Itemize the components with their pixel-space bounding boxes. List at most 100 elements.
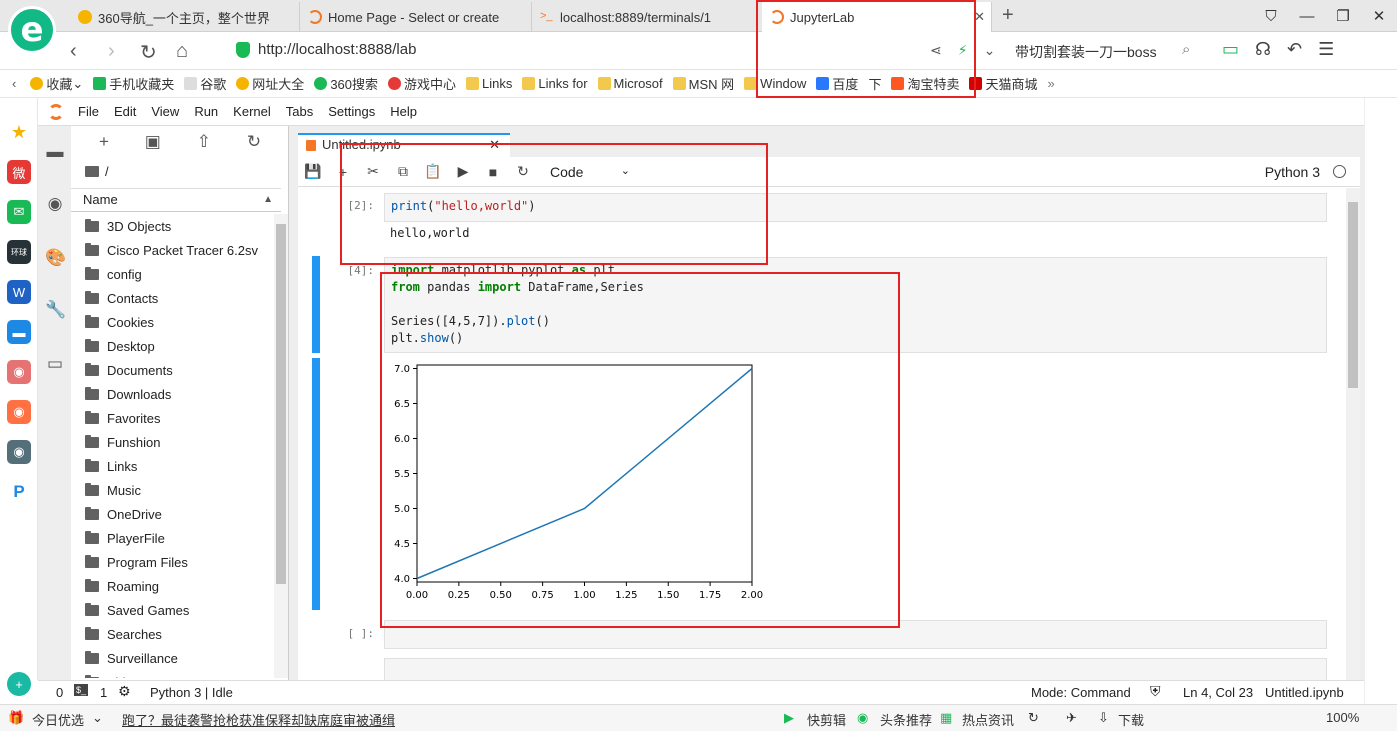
browser-logo[interactable]: e xyxy=(8,6,56,54)
news-ticker[interactable]: 跑了？最徒袭警抢枪获准保释却缺席庭审被通缉 xyxy=(122,710,395,729)
word-icon[interactable]: W xyxy=(7,280,31,304)
breadcrumb[interactable]: / xyxy=(85,164,109,179)
game-icon[interactable]: ◉ xyxy=(7,440,31,464)
back-icon[interactable]: ‹ xyxy=(70,40,77,63)
chat-icon[interactable]: ▬ xyxy=(7,320,31,344)
cell-type-select[interactable]: Code ⌄ xyxy=(550,164,630,180)
close-icon[interactable]: ✕ xyxy=(974,9,985,25)
game-icon[interactable]: ◉ xyxy=(7,400,31,424)
bookmark-folder[interactable]: Window xyxy=(744,76,806,91)
reload-icon[interactable]: ↻ xyxy=(140,40,157,65)
browser-tab-360[interactable]: 360导航_一个主页，整个世界 xyxy=(70,2,300,32)
pin-icon[interactable]: ✈ xyxy=(1066,710,1077,726)
menu-kernel[interactable]: Kernel xyxy=(233,104,271,119)
today-picks[interactable]: 今日优选 xyxy=(32,710,84,729)
running-icon[interactable]: ◉ xyxy=(45,194,65,214)
url-field[interactable]: http://localhost:8888/lab xyxy=(236,41,416,58)
menu-run[interactable]: Run xyxy=(194,104,218,119)
chevron-down-icon[interactable]: ⌄ xyxy=(984,42,996,59)
search-icon[interactable]: ⌕ xyxy=(1182,41,1190,58)
kernel-name[interactable]: Python 3 xyxy=(1265,164,1320,180)
terminal-icon[interactable]: $_ xyxy=(74,684,89,696)
folder-icon[interactable]: ▬ xyxy=(45,142,65,162)
stop-icon[interactable]: ■ xyxy=(478,164,508,180)
file-list-item[interactable]: Links xyxy=(71,454,273,478)
run-icon[interactable]: ▶ xyxy=(448,163,478,180)
notebook-tab[interactable]: Untitled.ipynb ✕ xyxy=(298,133,510,157)
terminal-count[interactable]: 1 xyxy=(100,685,107,700)
paste-icon[interactable]: 📋 xyxy=(418,163,448,180)
file-list-item[interactable]: Videos xyxy=(71,670,273,678)
file-list-item[interactable]: Roaming xyxy=(71,574,273,598)
mail-icon[interactable]: ✉ xyxy=(7,200,31,224)
browser-tab-terminal[interactable]: >_ localhost:8889/terminals/1 xyxy=(532,2,758,32)
bottom-item[interactable]: 热点资讯 xyxy=(962,710,1014,729)
new-tab-icon[interactable]: + xyxy=(1002,4,1014,27)
menu-tabs[interactable]: Tabs xyxy=(286,104,313,119)
notebook-scrollbar[interactable] xyxy=(1346,188,1360,680)
file-list-header[interactable]: Name ▲ xyxy=(71,188,281,212)
bookmark-item[interactable]: 天猫商城 xyxy=(969,74,1037,93)
minimize-icon[interactable]: — xyxy=(1289,8,1325,25)
code-cell-editor[interactable]: import matplotlib.pyplot as plt from pan… xyxy=(384,257,1327,353)
bookmark-item[interactable]: 360搜索 xyxy=(314,74,378,93)
forward-icon[interactable]: › xyxy=(108,40,115,63)
shirt-icon[interactable]: ⛉ xyxy=(1253,8,1289,25)
cut-icon[interactable]: ✂ xyxy=(358,163,388,180)
palette-icon[interactable]: 🎨 xyxy=(45,248,66,268)
menu-help[interactable]: Help xyxy=(390,104,417,119)
bookmark-folder[interactable]: Microsof xyxy=(597,76,663,91)
new-folder-icon[interactable]: ▣ xyxy=(145,132,161,152)
code-cell-editor[interactable]: print("hello,world") xyxy=(384,193,1327,222)
bookmark-folder[interactable]: MSN 网 xyxy=(672,74,734,93)
sidebar-toggle-icon[interactable]: ‹ xyxy=(12,76,16,91)
file-list-scrollbar[interactable] xyxy=(274,214,288,678)
file-list-item[interactable]: OneDrive xyxy=(71,502,273,526)
zoom-level[interactable]: 100% xyxy=(1326,710,1359,725)
file-list-item[interactable]: Surveillance xyxy=(71,646,273,670)
bookmark-item[interactable]: 网址大全 xyxy=(236,74,304,93)
menu-edit[interactable]: Edit xyxy=(114,104,136,119)
bookmark-item[interactable]: 收藏 ⌄ xyxy=(30,74,83,93)
file-list-item[interactable]: Cookies xyxy=(71,310,273,334)
download-icon[interactable]: ⇩ xyxy=(1098,710,1109,726)
gear-icon[interactable]: ⚙ xyxy=(118,683,131,700)
more-bookmarks-icon[interactable]: » xyxy=(1047,76,1054,91)
upload-icon[interactable]: ⇧ xyxy=(197,132,211,152)
tabs-icon[interactable]: ▭ xyxy=(45,354,65,374)
insert-cell-icon[interactable]: + xyxy=(328,164,358,180)
bookmark-item[interactable]: 下 xyxy=(868,74,881,93)
file-list-item[interactable]: Program Files xyxy=(71,550,273,574)
browser-tab-home[interactable]: Home Page - Select or create xyxy=(300,2,532,32)
game-icon[interactable]: ◉ xyxy=(7,360,31,384)
file-list-item[interactable]: Desktop xyxy=(71,334,273,358)
file-list-item[interactable]: PlayerFile xyxy=(71,526,273,550)
home-icon[interactable]: ⌂ xyxy=(176,40,188,63)
weibo-icon[interactable]: 微 xyxy=(7,160,31,184)
star-icon[interactable]: ★ xyxy=(7,120,31,144)
refresh-icon[interactable]: ↻ xyxy=(1028,710,1039,726)
search-input[interactable]: 带切割套装一刀一boss xyxy=(1015,42,1157,62)
close-icon[interactable]: ✕ xyxy=(489,135,500,155)
menu-file[interactable]: File xyxy=(78,104,99,119)
kernel-status[interactable]: Python 3 | Idle xyxy=(150,685,233,700)
menu-icon[interactable]: ☰ xyxy=(1318,39,1334,60)
file-list-item[interactable]: Favorites xyxy=(71,406,273,430)
bookmark-item[interactable]: 手机收藏夹 xyxy=(93,74,174,93)
file-list-item[interactable]: Downloads xyxy=(71,382,273,406)
battery-icon[interactable]: ▭ xyxy=(1222,39,1239,60)
bookmark-folder[interactable]: Links xyxy=(466,76,512,91)
add-icon[interactable]: + xyxy=(7,672,31,696)
file-list-item[interactable]: Contacts xyxy=(71,286,273,310)
bookmark-item[interactable]: 百度 xyxy=(816,74,858,93)
refresh-icon[interactable]: ↻ xyxy=(247,132,261,152)
file-list-item[interactable]: Searches xyxy=(71,622,273,646)
bottom-item[interactable]: 下载 xyxy=(1118,710,1144,729)
file-list-item[interactable]: 3D Objects xyxy=(71,214,273,238)
close-window-icon[interactable]: ✕ xyxy=(1361,7,1397,25)
file-list-item[interactable]: Music xyxy=(71,478,273,502)
bottom-item[interactable]: 快剪辑 xyxy=(807,710,846,729)
file-list-item[interactable]: Cisco Packet Tracer 6.2sv xyxy=(71,238,273,262)
code-cell-editor[interactable] xyxy=(384,658,1327,680)
bottom-item[interactable]: 头条推荐 xyxy=(880,710,932,729)
